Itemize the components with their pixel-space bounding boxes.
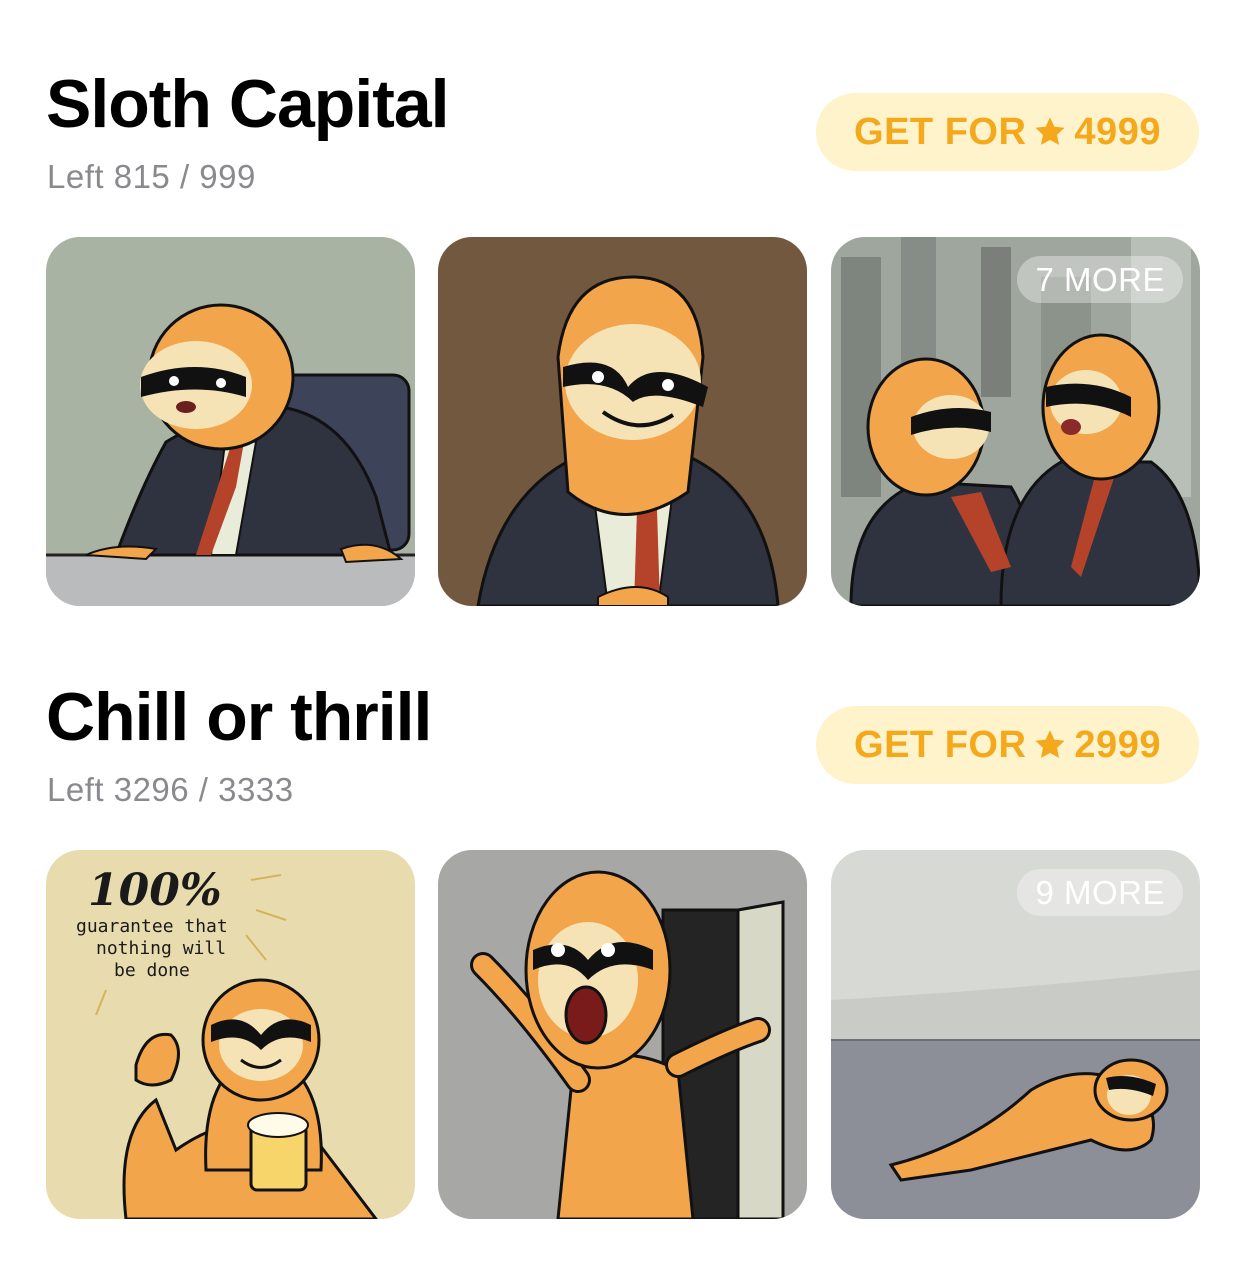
sticker-sloth-at-desk[interactable] bbox=[46, 237, 415, 606]
sticker-grid: 7 MORE bbox=[46, 237, 1200, 607]
sticker-sloth-shocked-at-door[interactable] bbox=[438, 850, 807, 1219]
pack-title: Chill or thrill bbox=[46, 679, 432, 755]
get-pack-button[interactable]: GET FOR 2999 bbox=[816, 706, 1199, 784]
sticker-sloth-ok-with-beer[interactable]: 100% guarantee that nothing will be done bbox=[46, 850, 415, 1219]
sticker-grid: 100% guarantee that nothing will be done bbox=[46, 850, 1200, 1220]
pack-remaining-count: Left 3296 / 3333 bbox=[47, 771, 294, 808]
caption-line3: be done bbox=[114, 960, 190, 981]
get-pack-button[interactable]: GET FOR 4999 bbox=[816, 93, 1199, 171]
more-stickers-badge[interactable]: 9 MORE bbox=[1017, 869, 1183, 916]
price-value: 4999 bbox=[1074, 110, 1161, 153]
sticker-sloth-smiling-in-suit[interactable] bbox=[438, 237, 807, 606]
get-button-label: GET FOR bbox=[854, 110, 1027, 153]
price-value: 2999 bbox=[1074, 723, 1161, 766]
pack-remaining-count: Left 815 / 999 bbox=[47, 158, 256, 195]
caption-line2: nothing will bbox=[96, 938, 226, 959]
get-button-label: GET FOR bbox=[854, 723, 1027, 766]
caption-line1: guarantee that bbox=[76, 916, 228, 937]
sticker-sloth-crawling-on-floor[interactable]: 9 MORE bbox=[831, 850, 1200, 1219]
caption-big: 100% bbox=[88, 865, 222, 916]
more-stickers-badge[interactable]: 7 MORE bbox=[1017, 256, 1183, 303]
star-icon bbox=[1035, 117, 1065, 145]
sticker-two-sloths-laughing[interactable]: 7 MORE bbox=[831, 237, 1200, 606]
pack-title: Sloth Capital bbox=[46, 66, 450, 142]
star-icon bbox=[1035, 730, 1065, 758]
